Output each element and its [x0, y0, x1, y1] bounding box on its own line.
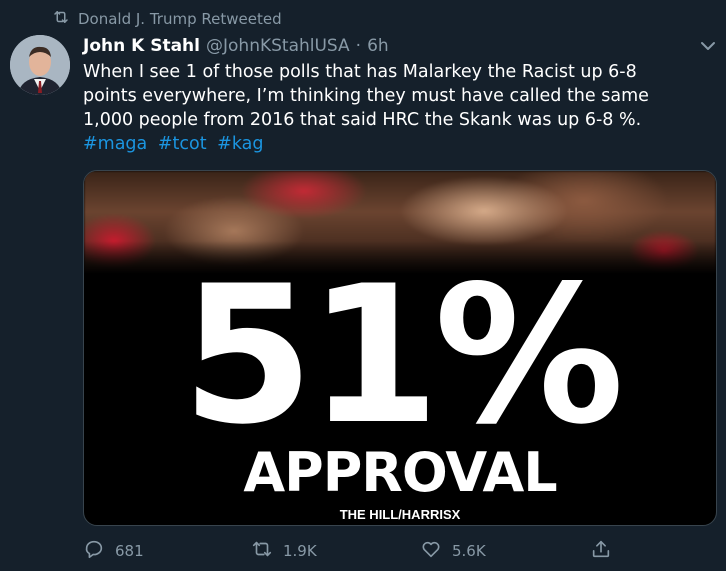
- retweet-label[interactable]: Donald J. Trump Retweeted: [78, 10, 282, 28]
- share-icon: [590, 538, 612, 564]
- author-handle[interactable]: @JohnKStahlUSA: [206, 36, 350, 56]
- reply-count: 681: [115, 542, 144, 560]
- retweet-icon: [52, 8, 70, 30]
- heart-icon: [420, 538, 442, 564]
- retweet-indicator: Donald J. Trump Retweeted: [52, 8, 282, 30]
- retweet-count: 1.9K: [283, 542, 317, 560]
- media-source: THE HILL/HARRISX: [339, 507, 461, 522]
- hashtag-link[interactable]: #tcot: [158, 134, 207, 154]
- like-button[interactable]: 5.6K: [420, 537, 486, 565]
- chevron-down-icon[interactable]: [698, 36, 718, 56]
- media-headline-number: 51%: [181, 245, 625, 466]
- hashtag-link[interactable]: #kag: [217, 134, 263, 154]
- hashtags: #maga #tcot #kag: [83, 132, 713, 156]
- header-separator: ·: [355, 36, 362, 56]
- media-headline-word: APPROVAL: [243, 441, 557, 504]
- hashtag-link[interactable]: #maga: [83, 134, 147, 154]
- retweet-button[interactable]: 1.9K: [251, 537, 317, 565]
- tweet-text-line: When I see 1 of those polls that has Mal…: [83, 62, 637, 82]
- tweet-text-line: points everywhere, I’m thinking they mus…: [83, 86, 649, 106]
- like-count: 5.6K: [452, 542, 486, 560]
- retweet-icon: [251, 538, 273, 564]
- tweet-text-line: 1,000 people from 2016 that said HRC the…: [83, 110, 642, 130]
- tweet-actions: 681 1.9K 5.6K: [83, 537, 717, 565]
- reply-icon: [83, 538, 105, 564]
- reply-button[interactable]: 681: [83, 537, 144, 565]
- avatar[interactable]: [10, 35, 70, 95]
- tweet-media-image[interactable]: 51% APPROVAL THE HILL/HARRISX: [83, 170, 717, 526]
- tweet-timestamp[interactable]: 6h: [367, 36, 389, 56]
- author-name[interactable]: John K Stahl: [83, 36, 200, 56]
- tweet-text: When I see 1 of those polls that has Mal…: [83, 60, 713, 156]
- tweet-header: John K Stahl @JohnKStahlUSA · 6h: [83, 34, 666, 58]
- share-button[interactable]: [590, 537, 612, 565]
